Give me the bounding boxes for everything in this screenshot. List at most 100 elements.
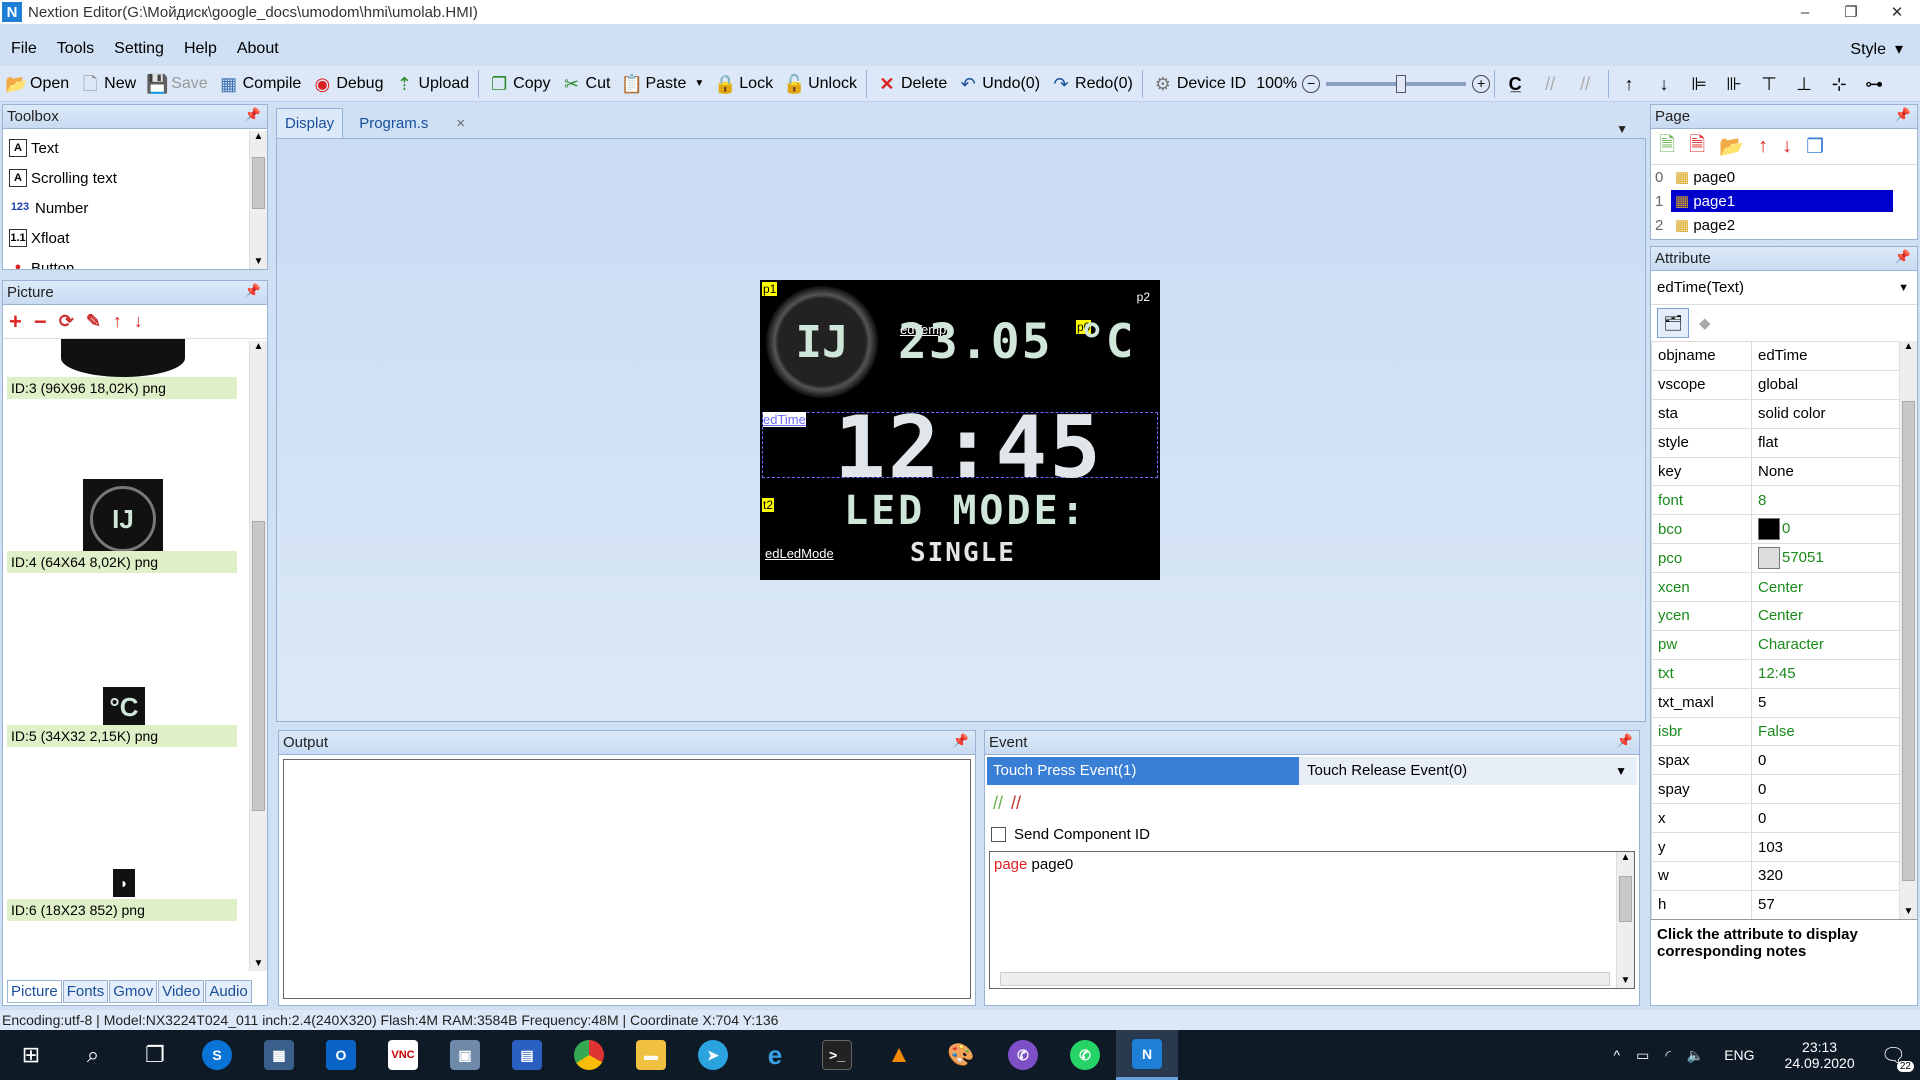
attribute-row[interactable]: isbr False [1651, 716, 1917, 747]
tab-display[interactable]: Display [276, 108, 344, 138]
undo-button[interactable]: ↶ Undo(0) [952, 68, 1045, 100]
attribute-row[interactable]: spax 0 [1651, 745, 1917, 776]
tab-audio[interactable]: Audio [205, 980, 252, 1003]
attribute-value[interactable]: flat [1751, 427, 1917, 458]
zoom-out-icon[interactable]: − [1302, 74, 1321, 93]
page-up-icon[interactable]: ↑ [1758, 135, 1768, 158]
attribute-value[interactable]: 0 [1751, 774, 1917, 805]
task-view-icon[interactable]: ❐ [124, 1030, 186, 1080]
temperature-value[interactable]: 23.05 [898, 314, 1053, 370]
attribute-row[interactable]: pw Character [1651, 629, 1917, 660]
toolbox-item[interactable]: 123 Number [3, 193, 267, 223]
windows-start-icon[interactable]: ⊞ [0, 1030, 62, 1080]
language-indicator[interactable]: ENG [1724, 1047, 1754, 1063]
attribute-value[interactable]: 57 [1751, 889, 1917, 919]
chrome-icon[interactable] [558, 1030, 620, 1080]
pin-icon[interactable]: 📌 [245, 283, 261, 299]
paste-dropdown-icon[interactable]: ▼ [694, 78, 704, 89]
copy-page-icon[interactable]: ❐ [1806, 134, 1824, 159]
menu-file[interactable]: File [0, 40, 46, 58]
page-list-item[interactable]: 2 ▦ page2 [1651, 213, 1917, 235]
attribute-value[interactable]: global [1751, 369, 1917, 400]
uncomment-icon[interactable]: // [1011, 793, 1021, 814]
led-mode-value[interactable]: SINGLE [910, 538, 1016, 568]
center-h-button[interactable]: ⊹ [1823, 68, 1858, 100]
toolbox-item[interactable]: 1.1 Xfloat [3, 223, 267, 253]
tab-program[interactable]: Program.s × [343, 109, 481, 138]
paint-icon[interactable]: 🎨 [930, 1030, 992, 1080]
toolbox-scroll-thumb[interactable] [252, 157, 265, 209]
menu-about[interactable]: About [226, 40, 288, 58]
outlook-icon[interactable]: O [310, 1030, 372, 1080]
temperature-unit[interactable]: °C [1078, 314, 1133, 368]
picture-scrollbar[interactable]: ▲ ▼ [249, 341, 267, 971]
notification-icon[interactable]: 🗨 22 [1881, 1043, 1914, 1072]
attribute-row[interactable]: bco 0 [1651, 514, 1917, 545]
logo-picture[interactable]: IJ [766, 286, 878, 398]
save-button[interactable]: 💾 Save [141, 68, 212, 100]
attribute-row[interactable]: y 103 [1651, 832, 1917, 863]
component-tag-edTime[interactable]: edTime [763, 412, 806, 427]
add-picture-icon[interactable]: + [9, 309, 22, 335]
attribute-row[interactable]: h 57 [1651, 889, 1917, 919]
picture-down-icon[interactable]: ↓ [134, 311, 143, 332]
terminal-icon[interactable]: >_ [806, 1030, 868, 1080]
attribute-row[interactable]: spay 0 [1651, 774, 1917, 805]
menu-tools[interactable]: Tools [46, 40, 103, 58]
pin-icon[interactable]: 📌 [245, 107, 261, 123]
copy-button[interactable]: ❐ Copy [483, 68, 555, 100]
pin-icon[interactable]: 📌 [1895, 249, 1911, 265]
component-tag-p2[interactable]: p2 [1137, 290, 1150, 304]
network-computer-icon[interactable]: ▣ [434, 1030, 496, 1080]
scroll-up-icon[interactable]: ▲ [1617, 852, 1634, 863]
close-tab-icon[interactable]: × [448, 109, 473, 138]
compile-button[interactable]: ▦ Compile [213, 68, 307, 100]
picture-up-icon[interactable]: ↑ [113, 311, 122, 332]
picture-thumb-id5[interactable]: °C [103, 687, 145, 727]
tab-touch-press[interactable]: Touch Press Event(1) [987, 757, 1299, 785]
uncomment-button[interactable]: // [1569, 68, 1604, 100]
event-dropdown-icon[interactable]: ▼ [1615, 764, 1627, 778]
search-icon[interactable]: ⌕ [62, 1030, 124, 1080]
attribute-value[interactable]: 0 [1751, 803, 1917, 834]
zoom-slider-knob[interactable] [1396, 74, 1407, 93]
show-hidden-icon[interactable]: ^ [1614, 1047, 1621, 1063]
color-swatch[interactable] [1758, 547, 1780, 570]
zoom-in-icon[interactable]: + [1472, 74, 1491, 93]
toolbox-item[interactable]: ● Button [3, 253, 267, 270]
align-top-button[interactable]: ⊤ [1753, 68, 1788, 100]
code-scrollbar[interactable]: ▲ ▼ [1616, 852, 1634, 988]
delete-button[interactable]: ✕ Delete [871, 68, 952, 100]
output-textarea[interactable] [283, 759, 971, 999]
attribute-value[interactable]: Center [1751, 572, 1917, 603]
page-down-icon[interactable]: ↓ [1782, 135, 1792, 158]
attribute-value[interactable]: solid color [1751, 398, 1917, 429]
attribute-row[interactable]: objname edTime [1651, 341, 1917, 371]
comment-button[interactable]: // [1534, 68, 1569, 100]
attribute-value[interactable]: Character [1751, 629, 1917, 660]
dropdown-chevron-icon[interactable]: ▼ [1898, 282, 1909, 294]
picture-caption[interactable]: ID:4 (64X64 8,02K) png [7, 551, 237, 573]
picture-thumb-id6[interactable]: ◗ [113, 869, 135, 897]
code-scroll-thumb[interactable] [1619, 876, 1632, 922]
color-swatch[interactable] [1758, 518, 1780, 541]
tab-gmov[interactable]: Gmov [109, 980, 158, 1003]
lock-button[interactable]: 🔒 Lock [709, 68, 778, 100]
attribute-value[interactable]: False [1751, 716, 1917, 747]
scroll-down-icon[interactable]: ▼ [1617, 975, 1634, 986]
attribute-row[interactable]: ycen Center [1651, 601, 1917, 631]
tab-picture[interactable]: Picture [7, 980, 62, 1003]
align-left-button[interactable]: ⊫ [1683, 68, 1718, 100]
open-button[interactable]: 📂 Open [0, 68, 74, 100]
attribute-value[interactable]: edTime [1751, 341, 1917, 371]
pin-icon[interactable]: 📌 [1617, 733, 1633, 749]
page-list-item[interactable]: 0 ▦ page0 [1651, 165, 1917, 189]
add-page-icon[interactable]: 🗎 [1659, 130, 1675, 164]
paste-button[interactable]: 📋 Paste ▼ [615, 68, 709, 100]
page-list-item[interactable]: 1 ▦ page1 [1651, 189, 1917, 213]
floppy-disk-icon[interactable]: ▤ [496, 1030, 558, 1080]
clock[interactable]: 23:13 24.09.2020 [1785, 1039, 1855, 1071]
tab-touch-release[interactable]: Touch Release Event(0) ▼ [1299, 757, 1637, 785]
vnc-icon[interactable]: VNC [372, 1030, 434, 1080]
picture-caption[interactable]: ID:5 (34X32 2,15K) png [7, 725, 237, 747]
